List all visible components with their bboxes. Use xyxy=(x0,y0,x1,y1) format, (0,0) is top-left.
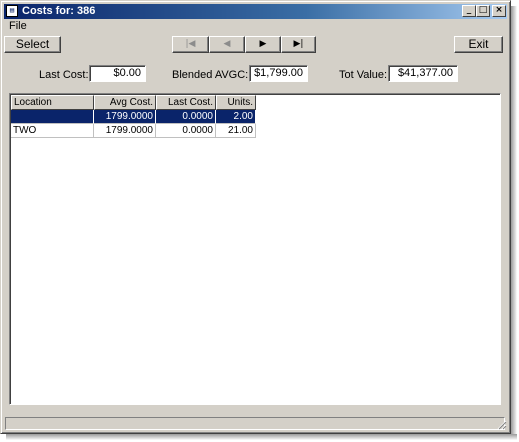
menu-file[interactable]: File xyxy=(9,20,27,33)
previous-record-button[interactable]: ◀ xyxy=(209,36,245,53)
app-icon: ▤ xyxy=(6,5,18,17)
cell-last-cost[interactable]: 0.0000 xyxy=(156,110,216,124)
cell-location[interactable]: TWO xyxy=(11,124,94,138)
resize-grip-icon[interactable] xyxy=(497,420,507,430)
costs-window: ▤ Costs for: 386 _ □ × File Select |◀ ◀ … xyxy=(0,0,511,434)
last-record-button[interactable]: ▶| xyxy=(281,36,316,53)
tot-value-field[interactable]: $41,377.00 xyxy=(388,65,458,82)
cell-avg-cost[interactable]: 1799.0000 xyxy=(94,124,156,138)
cell-location[interactable] xyxy=(11,110,94,124)
table-row[interactable]: 1799.0000 0.0000 2.00 xyxy=(11,110,256,124)
title-bar[interactable]: ▤ Costs for: 386 _ □ × xyxy=(4,4,507,19)
column-header-units[interactable]: Units. xyxy=(216,95,256,110)
first-record-button[interactable]: |◀ xyxy=(172,36,209,53)
exit-button[interactable]: Exit xyxy=(454,36,503,53)
cell-last-cost[interactable]: 0.0000 xyxy=(156,124,216,138)
last-cost-field[interactable]: $0.00 xyxy=(89,65,146,82)
tot-value-label: Tot Value: xyxy=(339,69,388,81)
minimize-button[interactable]: _ xyxy=(462,5,476,17)
next-record-button[interactable]: ▶ xyxy=(245,36,281,53)
select-button[interactable]: Select xyxy=(4,36,61,53)
window-title: Costs for: 386 xyxy=(22,5,96,17)
cell-units[interactable]: 2.00 xyxy=(216,110,256,124)
last-cost-label: Last Cost: xyxy=(39,69,89,81)
maximize-button[interactable]: □ xyxy=(476,5,490,17)
column-header-avg-cost[interactable]: Avg Cost. xyxy=(94,95,156,110)
column-header-last-cost[interactable]: Last Cost. xyxy=(156,95,216,110)
cell-avg-cost[interactable]: 1799.0000 xyxy=(94,110,156,124)
cost-grid[interactable]: Location Avg Cost. Last Cost. Units. 179… xyxy=(9,93,501,405)
status-bar xyxy=(5,417,505,430)
blended-avgc-field[interactable]: $1,799.00 xyxy=(249,65,308,82)
close-button[interactable]: × xyxy=(492,5,506,17)
blended-avgc-label: Blended AVGC: xyxy=(172,69,249,81)
cell-units[interactable]: 21.00 xyxy=(216,124,256,138)
window-shadow-bottom xyxy=(6,434,517,440)
table-row[interactable]: TWO 1799.0000 0.0000 21.00 xyxy=(11,124,256,138)
column-header-location[interactable]: Location xyxy=(11,95,94,110)
menu-bar: File xyxy=(4,19,507,33)
window-shadow-right xyxy=(511,6,517,440)
